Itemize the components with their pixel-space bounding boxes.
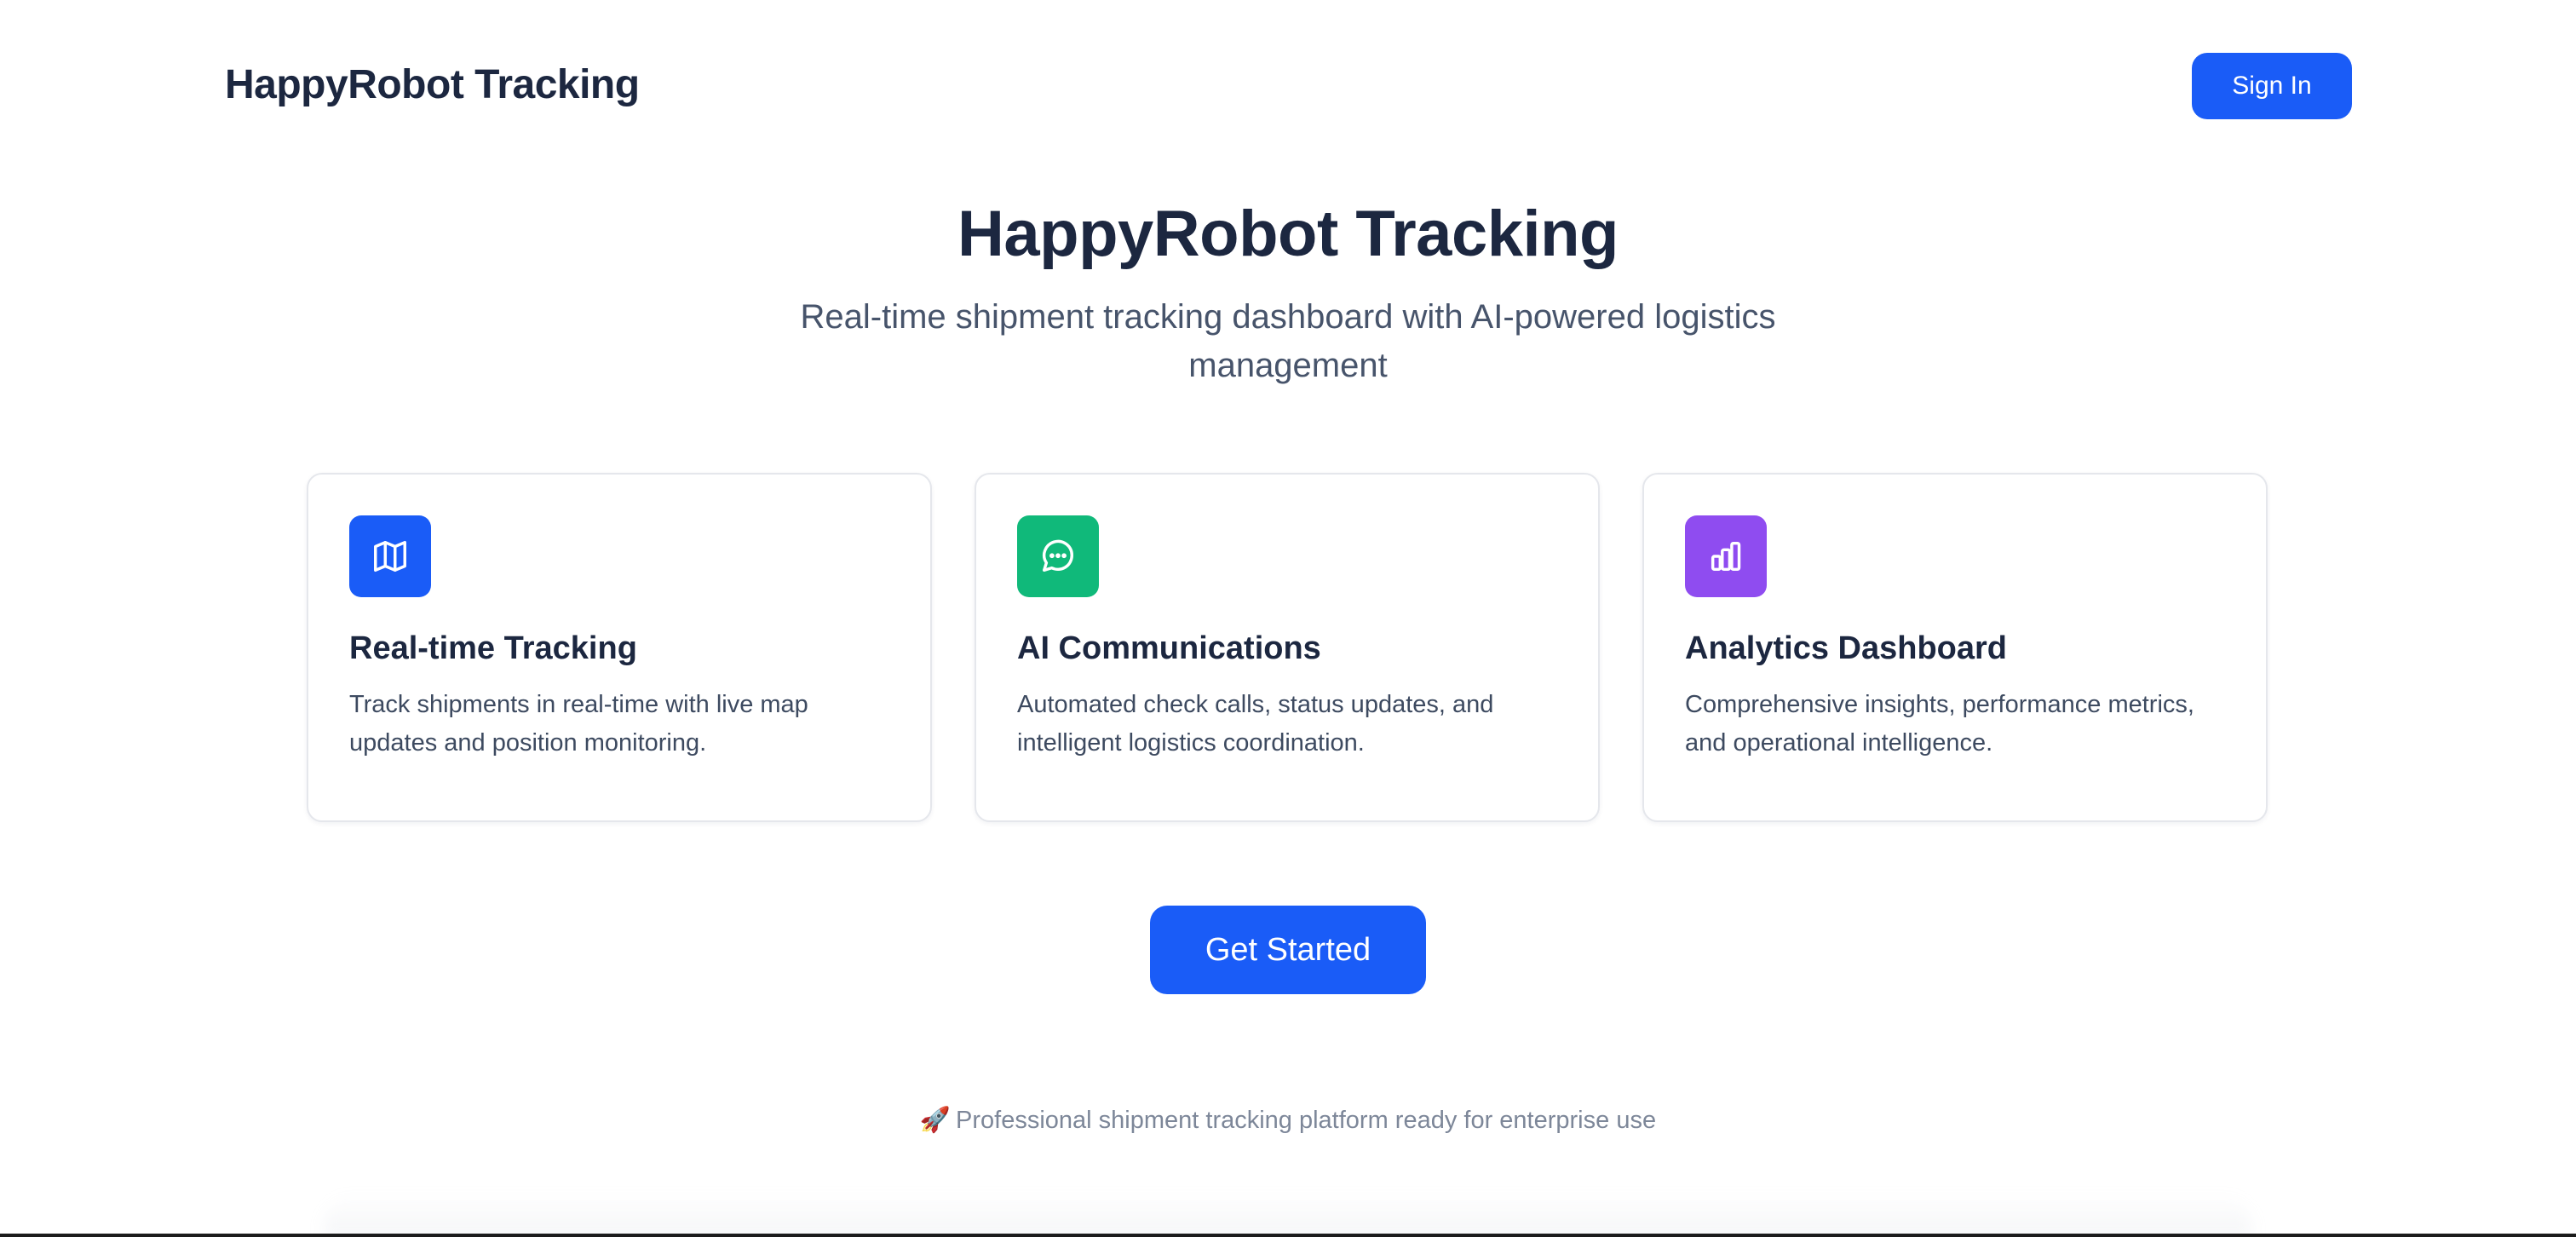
feature-description: Automated check calls, status updates, a…: [1017, 691, 1494, 757]
window-bottom-edge: [0, 1234, 2576, 1237]
get-started-button[interactable]: Get Started: [1150, 906, 1426, 994]
rocket-icon: 🚀: [919, 1107, 952, 1134]
feature-card-ai-communications: AI Communications Automated check calls,…: [975, 473, 1600, 822]
feature-description: Track shipments in real-time with live m…: [349, 691, 808, 757]
feature-description: Comprehensive insights, performance metr…: [1685, 691, 2194, 757]
footer-note: 🚀 Professional shipment tracking platform…: [0, 1102, 2576, 1138]
hero-title: HappyRobot Tracking: [957, 198, 1619, 270]
feature-title: Analytics Dashboard: [1685, 630, 2007, 666]
brand-name[interactable]: HappyRobot Tracking: [225, 55, 640, 116]
sign-in-button[interactable]: Sign In: [2192, 53, 2352, 119]
landing-page: HappyRobot Tracking Sign In HappyRobot T…: [0, 0, 2576, 1237]
footer-note-text: Professional shipment tracking platform …: [956, 1107, 1657, 1134]
feature-cards: Real-time Tracking Track shipments in re…: [307, 473, 2269, 824]
map-icon: [349, 515, 431, 597]
feature-card-analytics-dashboard: Analytics Dashboard Comprehensive insigh…: [1642, 473, 2268, 822]
feature-card-real-time-tracking: Real-time Tracking Track shipments in re…: [307, 473, 932, 822]
message-circle-icon: [1017, 515, 1099, 597]
bar-chart-icon: [1685, 515, 1767, 597]
top-header: HappyRobot Tracking Sign In: [0, 0, 2576, 170]
feature-title: Real-time Tracking: [349, 630, 637, 666]
feature-title: AI Communications: [1017, 630, 1321, 666]
hero-subtitle: Real-time shipment tracking dashboard wi…: [800, 298, 1776, 384]
bottom-shadow: [324, 1193, 2252, 1237]
